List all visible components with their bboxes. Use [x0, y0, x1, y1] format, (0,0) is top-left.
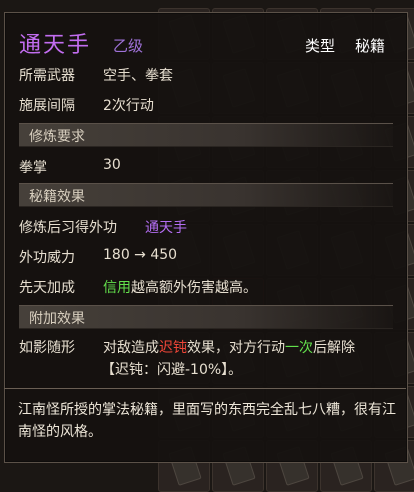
item-description: 江南怪所授的掌法秘籍，里面写的东西完全乱七八糟，很有江南怪的风格。	[18, 402, 396, 440]
learn-label: 修炼后习得外功	[19, 220, 117, 236]
power-label: 外功威力	[19, 250, 75, 266]
extra-text-b: 效果，对方行动	[187, 340, 285, 356]
extra-text-c: 后解除	[313, 340, 355, 356]
item-name: 通天手	[19, 33, 92, 58]
interval-value: 2次行动	[103, 98, 154, 114]
section-extra: 附加效果	[19, 305, 393, 329]
weapon-label: 所需武器	[19, 68, 75, 84]
extra-name: 如影随形	[19, 340, 75, 356]
innate-text: 越高额外伤害越高。	[131, 280, 257, 296]
item-grade: 乙级	[113, 37, 144, 55]
section-extra-title: 附加效果	[29, 311, 85, 327]
section-requirements-title: 修炼要求	[29, 129, 85, 145]
section-requirements: 修炼要求	[19, 123, 393, 147]
learn-value: 通天手	[145, 220, 187, 236]
power-value: 180 → 450	[103, 247, 178, 263]
innate-stat: 信用	[103, 280, 131, 296]
interval-label: 施展间隔	[19, 98, 75, 114]
item-description-box: 江南怪所授的掌法秘籍，里面写的东西完全乱七八糟，很有江南怪的风格。	[4, 388, 406, 462]
item-type-label: 类型	[305, 37, 336, 55]
extra-text: 对敌造成迟钝效果，对方行动一次后解除	[103, 337, 355, 357]
innate-label: 先天加成	[19, 280, 75, 296]
extra-count: 一次	[285, 340, 313, 356]
extra-text-a: 对敌造成	[103, 340, 159, 356]
extra-status: 迟钝	[159, 340, 187, 356]
requirement-value: 30	[103, 157, 121, 173]
item-type-value: 秘籍	[355, 37, 386, 55]
weapon-value: 空手、拳套	[103, 68, 173, 84]
requirement-label: 拳掌	[19, 160, 47, 176]
extra-detail: 【迟钝：闪避-10%】。	[101, 362, 243, 378]
section-effects-title: 秘籍效果	[29, 189, 85, 205]
section-effects: 秘籍效果	[19, 183, 393, 207]
innate-value: 信用越高额外伤害越高。	[103, 277, 257, 297]
